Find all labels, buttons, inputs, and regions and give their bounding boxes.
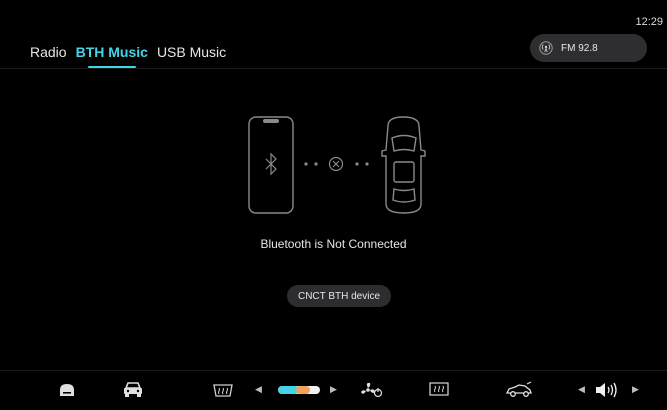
tab-bth-music[interactable]: BTH Music — [76, 44, 148, 68]
radio-station-label: FM 92.8 — [561, 42, 598, 54]
home-icon[interactable] — [58, 381, 76, 399]
front-defrost-icon[interactable] — [428, 381, 450, 399]
rear-defrost-icon[interactable] — [212, 381, 234, 399]
volume-increase-arrow-icon[interactable]: ▶ — [632, 384, 639, 395]
car-top-view-icon — [381, 116, 426, 214]
tab-radio[interactable]: Radio — [30, 44, 67, 60]
volume-icon[interactable] — [594, 381, 624, 399]
car-side-icon[interactable] — [505, 381, 533, 399]
source-tabs: Radio BTH Music USB Music — [30, 44, 235, 68]
connect-bluetooth-button[interactable]: CNCT BTH device — [287, 285, 391, 307]
status-time: 12:29 — [635, 16, 663, 28]
radio-broadcast-icon — [538, 40, 554, 56]
volume-decrease-arrow-icon[interactable]: ◀ — [578, 384, 585, 395]
bottom-control-bar: ◀ ▶ ◀ ▶ — [0, 370, 667, 410]
bluetooth-status-text: Bluetooth is Not Connected — [260, 237, 407, 251]
tab-usb-music[interactable]: USB Music — [157, 44, 226, 60]
tabs-divider — [0, 68, 667, 69]
bluetooth-icon — [265, 152, 277, 176]
music-screen: 12:29 Radio BTH Music USB Music FM 92.8 — [0, 0, 667, 410]
disconnected-x-icon — [328, 156, 344, 172]
radio-now-playing-widget[interactable]: FM 92.8 — [530, 34, 647, 62]
fan-decrease-arrow-icon[interactable]: ◀ — [255, 384, 262, 395]
car-icon[interactable] — [122, 381, 144, 399]
bluetooth-disconnected-illustration — [248, 116, 426, 214]
fan-speed-icon[interactable] — [360, 381, 384, 399]
fan-increase-arrow-icon[interactable]: ▶ — [330, 384, 337, 395]
fan-speed-slider[interactable] — [278, 385, 320, 395]
